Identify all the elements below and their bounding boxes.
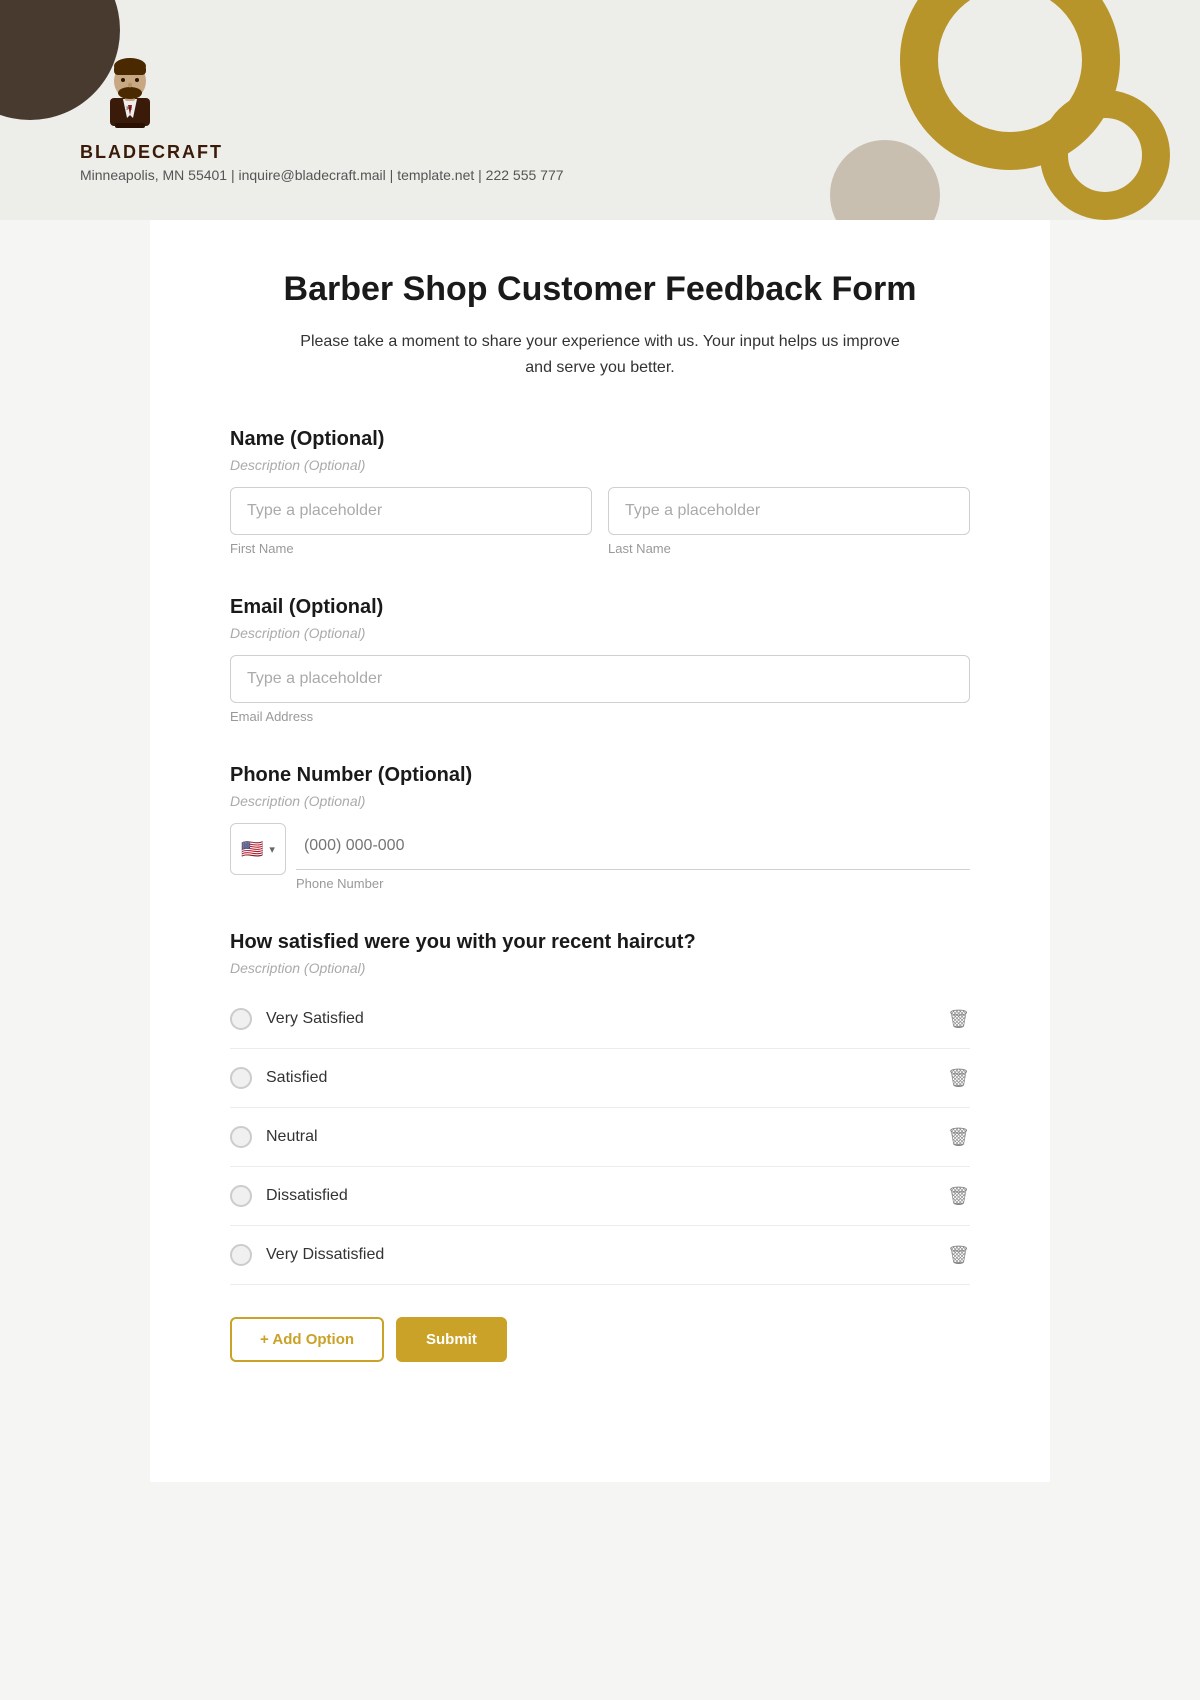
radio-item[interactable]: Very Satisfied 🗑: [230, 990, 970, 1049]
radio-label: Very Satisfied: [266, 1010, 364, 1028]
section-satisfaction: How satisfied were you with your recent …: [230, 931, 970, 1362]
form-title: Barber Shop Customer Feedback Form: [230, 270, 970, 309]
delete-icon[interactable]: 🗑: [947, 1127, 970, 1148]
radio-list: Very Satisfied 🗑 Satisfied 🗑 Neutral 🗑 D…: [230, 990, 970, 1285]
radio-left: Satisfied: [230, 1067, 327, 1089]
submit-button[interactable]: Submit: [396, 1317, 507, 1362]
section-phone: Phone Number (Optional) Description (Opt…: [230, 764, 970, 891]
radio-left: Neutral: [230, 1126, 318, 1148]
radio-circle[interactable]: [230, 1185, 252, 1207]
radio-label: Neutral: [266, 1128, 318, 1146]
phone-row: 🇺🇸 ▾ Phone Number: [230, 823, 970, 891]
first-name-input[interactable]: [230, 487, 592, 535]
email-group: Email Address: [230, 655, 970, 724]
main-content: Barber Shop Customer Feedback Form Pleas…: [150, 220, 1050, 1482]
section-name-label: Name (Optional): [230, 428, 970, 451]
add-option-button[interactable]: + Add Option: [230, 1317, 384, 1362]
delete-icon[interactable]: 🗑: [947, 1186, 970, 1207]
radio-label: Very Dissatisfied: [266, 1246, 384, 1264]
logo-icon: ✂: [80, 38, 180, 138]
radio-circle[interactable]: [230, 1126, 252, 1148]
form-buttons: + Add Option Submit: [230, 1317, 970, 1362]
section-name-desc: Description (Optional): [230, 457, 970, 473]
section-phone-desc: Description (Optional): [230, 793, 970, 809]
chevron-down-icon: ▾: [269, 843, 275, 856]
country-selector[interactable]: 🇺🇸 ▾: [230, 823, 286, 875]
radio-item[interactable]: Satisfied 🗑: [230, 1049, 970, 1108]
phone-number-label: Phone Number: [296, 876, 970, 891]
name-input-row: First Name Last Name: [230, 487, 970, 556]
last-name-label: Last Name: [608, 541, 970, 556]
email-input[interactable]: [230, 655, 970, 703]
radio-item[interactable]: Neutral 🗑: [230, 1108, 970, 1167]
radio-circle[interactable]: [230, 1008, 252, 1030]
last-name-group: Last Name: [608, 487, 970, 556]
section-satisfaction-label: How satisfied were you with your recent …: [230, 931, 970, 954]
form-description: Please take a moment to share your exper…: [290, 329, 910, 380]
radio-label: Dissatisfied: [266, 1187, 348, 1205]
svg-text:✂: ✂: [126, 104, 133, 113]
logo-area: ✂ BLADECRAFT Minneapolis, MN 55401 | inq…: [80, 38, 564, 183]
delete-icon[interactable]: 🗑: [947, 1009, 970, 1030]
email-address-label: Email Address: [230, 709, 970, 724]
decor-circle-bottomright: [830, 140, 940, 220]
section-email-desc: Description (Optional): [230, 625, 970, 641]
radio-item[interactable]: Very Dissatisfied 🗑: [230, 1226, 970, 1285]
section-email: Email (Optional) Description (Optional) …: [230, 596, 970, 724]
radio-label: Satisfied: [266, 1069, 327, 1087]
radio-item[interactable]: Dissatisfied 🗑: [230, 1167, 970, 1226]
first-name-label: First Name: [230, 541, 592, 556]
section-email-label: Email (Optional): [230, 596, 970, 619]
section-name: Name (Optional) Description (Optional) F…: [230, 428, 970, 556]
delete-icon[interactable]: 🗑: [947, 1068, 970, 1089]
delete-icon[interactable]: 🗑: [947, 1245, 970, 1266]
decor-circle-topright-small: [1040, 90, 1170, 220]
radio-circle[interactable]: [230, 1067, 252, 1089]
section-phone-label: Phone Number (Optional): [230, 764, 970, 787]
radio-left: Very Satisfied: [230, 1008, 364, 1030]
radio-left: Very Dissatisfied: [230, 1244, 384, 1266]
section-satisfaction-desc: Description (Optional): [230, 960, 970, 976]
header-contact: Minneapolis, MN 55401 | inquire@bladecra…: [80, 167, 564, 183]
logo-text: BLADECRAFT: [80, 142, 223, 163]
flag-icon: 🇺🇸: [241, 839, 263, 860]
first-name-group: First Name: [230, 487, 592, 556]
radio-circle[interactable]: [230, 1244, 252, 1266]
radio-left: Dissatisfied: [230, 1185, 348, 1207]
phone-input[interactable]: [296, 823, 970, 870]
last-name-input[interactable]: [608, 487, 970, 535]
page-header: ✂ BLADECRAFT Minneapolis, MN 55401 | inq…: [0, 0, 1200, 220]
